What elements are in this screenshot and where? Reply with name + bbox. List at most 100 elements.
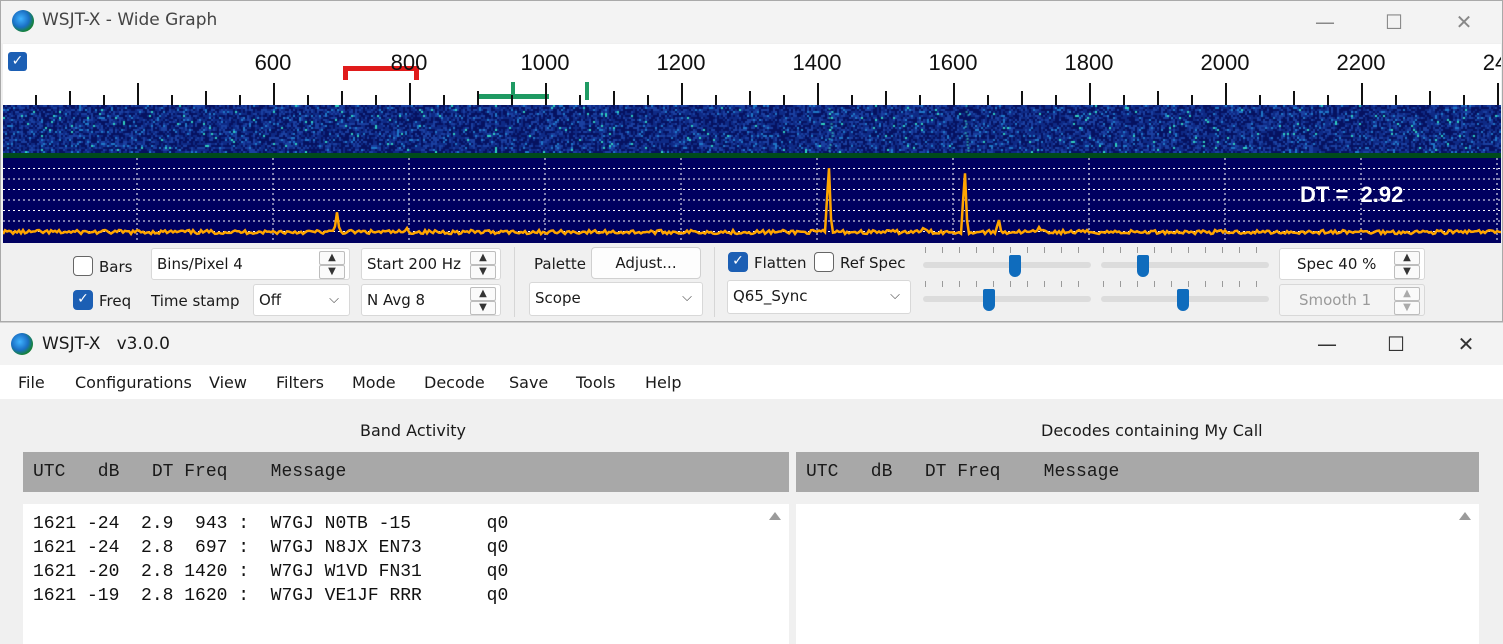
spec-percent-spinbox[interactable]: Spec 40 % ▲ ▼ — [1279, 248, 1425, 280]
wide-graph-titlebar[interactable]: WSJT-X - Wide Graph — ☐ ✕ — [1, 1, 1502, 43]
minimize-icon[interactable]: — — [1304, 323, 1350, 365]
my-call-title: Decodes containing My Call — [1041, 421, 1263, 440]
scale-tick — [749, 91, 751, 105]
scale-tick — [171, 95, 173, 105]
scale-tick — [715, 95, 717, 105]
spec-gain-slider[interactable] — [923, 296, 1091, 302]
decode-line[interactable]: 1621 -20 2.8 1420 : W7GJ W1VD FN31 q0 — [33, 560, 508, 584]
menu-help[interactable]: Help — [645, 373, 681, 392]
menu-save[interactable]: Save — [509, 373, 548, 392]
gain-slider-thumb[interactable] — [1009, 255, 1021, 277]
spectrum-display[interactable]: DT = 2.92 — [3, 158, 1501, 243]
bars-checkbox[interactable] — [73, 256, 93, 276]
bins-pixel-spinbox[interactable]: Bins/Pixel 4 ▲ ▼ — [151, 248, 350, 280]
adjust-button[interactable]: Adjust... — [591, 247, 701, 279]
spin-up-icon[interactable]: ▲ — [319, 251, 345, 265]
decode-line[interactable]: 1621 -24 2.8 697 : W7GJ N8JX EN73 q0 — [33, 536, 508, 560]
timestamp-label: Time stamp — [151, 292, 240, 310]
spin-down-icon[interactable]: ▼ — [1394, 265, 1420, 279]
main-titlebar[interactable]: WSJT-X v3.0.0 — ☐ ✕ — [0, 323, 1503, 365]
spec-zero-slider-thumb[interactable] — [1177, 289, 1189, 311]
my-call-text[interactable] — [796, 504, 1479, 644]
band-activity-text[interactable]: 1621 -24 2.9 943 : W7GJ N0TB -15 q0 1621… — [23, 504, 789, 644]
scale-label: 600 — [254, 50, 292, 75]
dt-readout: DT = 2.92 — [1300, 182, 1404, 207]
scale-tick — [35, 95, 37, 105]
menu-configurations[interactable]: Configurations — [75, 373, 192, 392]
divider — [514, 247, 515, 317]
scale-tick — [1225, 83, 1227, 105]
main-title: WSJT-X v3.0.0 — [42, 334, 170, 354]
chevron-down-icon: ⌵ — [329, 292, 339, 307]
spin-down-icon[interactable]: ▼ — [470, 265, 496, 279]
close-icon[interactable]: ✕ — [1441, 1, 1487, 43]
minimize-icon[interactable]: — — [1302, 1, 1348, 43]
spin-down-icon[interactable]: ▼ — [1394, 301, 1420, 315]
zero-slider[interactable] — [1101, 262, 1269, 268]
scroll-up-arrow-icon[interactable] — [1459, 512, 1471, 520]
decode-line[interactable]: 1621 -19 2.8 1620 : W7GJ VE1JF RRR q0 — [33, 584, 508, 608]
scale-tick — [103, 95, 105, 105]
frequency-scale[interactable]: ✓ 600 800 1000 1200 1400 1600 1800 2000 2200 24 — [3, 44, 1501, 105]
my-call-header: UTC dB DT Freq Message — [796, 452, 1479, 492]
scale-label: 24 — [1482, 50, 1501, 75]
smooth-spinbox[interactable]: Smooth 1 ▲ ▼ — [1279, 284, 1425, 316]
menu-file[interactable]: File — [18, 373, 45, 392]
spin-up-icon[interactable]: ▲ — [470, 287, 496, 301]
menu-view[interactable]: View — [209, 373, 247, 392]
flatten-checkbox[interactable]: ✓ — [728, 252, 748, 272]
spectrum-trace — [3, 168, 1501, 237]
navg-spinbox[interactable]: N Avg 8 ▲ ▼ — [361, 284, 501, 316]
main-content: Band Activity Decodes containing My Call… — [0, 399, 1503, 644]
ref-spec-checkbox[interactable] — [814, 252, 834, 272]
mode-combo[interactable]: Q65_Sync ⌵ — [727, 280, 911, 314]
menu-decode[interactable]: Decode — [424, 373, 485, 392]
spin-up-icon[interactable]: ▲ — [1394, 287, 1420, 301]
smooth-value: Smooth 1 — [1299, 291, 1372, 309]
scale-tick — [1089, 83, 1091, 105]
maximize-icon[interactable]: ☐ — [1373, 323, 1419, 365]
wsjtx-globe-icon — [12, 10, 34, 32]
spin-up-icon[interactable]: ▲ — [470, 251, 496, 265]
tx-marker-center — [511, 82, 515, 96]
spin-up-icon[interactable]: ▲ — [1394, 251, 1420, 265]
zero-slider-thumb[interactable] — [1137, 255, 1149, 277]
flatten-label: Flatten — [754, 254, 807, 272]
spin-down-icon[interactable]: ▼ — [470, 301, 496, 315]
bins-pixel-value: Bins/Pixel 4 — [157, 255, 243, 273]
spec-gain-slider-thumb[interactable] — [983, 289, 995, 311]
scale-label: 1800 — [1064, 50, 1114, 75]
freq-checkbox[interactable]: ✓ — [73, 290, 93, 310]
scale-tick — [69, 91, 71, 105]
menu-filters[interactable]: Filters — [276, 373, 324, 392]
scroll-up-arrow-icon[interactable] — [769, 512, 781, 520]
decode-line[interactable]: 1621 -24 2.9 943 : W7GJ N0TB -15 q0 — [33, 512, 508, 536]
palette-combo[interactable]: Scope ⌵ — [529, 282, 703, 316]
scale-tick — [205, 91, 207, 105]
bars-label: Bars — [99, 258, 133, 276]
scale-tick — [239, 95, 241, 105]
wide-graph-title: WSJT-X - Wide Graph — [42, 10, 218, 30]
gain-slider[interactable] — [923, 262, 1091, 268]
start-frequency-spinbox[interactable]: Start 200 Hz ▲ ▼ — [361, 248, 501, 280]
start-frequency-value: Start 200 Hz — [367, 255, 461, 273]
scale-checkbox[interactable]: ✓ — [8, 52, 27, 71]
close-icon[interactable]: ✕ — [1443, 323, 1489, 365]
scale-tick — [987, 95, 989, 105]
scale-tick — [1429, 91, 1431, 105]
spin-down-icon[interactable]: ▼ — [319, 265, 345, 279]
scale-tick — [409, 83, 411, 105]
menu-tools[interactable]: Tools — [576, 373, 615, 392]
timestamp-combo[interactable]: Off ⌵ — [253, 284, 350, 316]
rx-marker-left — [343, 66, 348, 80]
main-window: WSJT-X v3.0.0 — ☐ ✕ File Configurations … — [0, 322, 1503, 644]
menu-mode[interactable]: Mode — [352, 373, 396, 392]
waterfall-display[interactable] — [3, 105, 1501, 153]
scale-tick — [783, 95, 785, 105]
scale-tick — [137, 83, 139, 105]
maximize-icon[interactable]: ☐ — [1371, 1, 1417, 43]
scale-tick — [341, 91, 343, 105]
scale-tick — [273, 83, 275, 105]
spectrum-plot — [3, 158, 1501, 243]
scale-tick — [851, 95, 853, 105]
